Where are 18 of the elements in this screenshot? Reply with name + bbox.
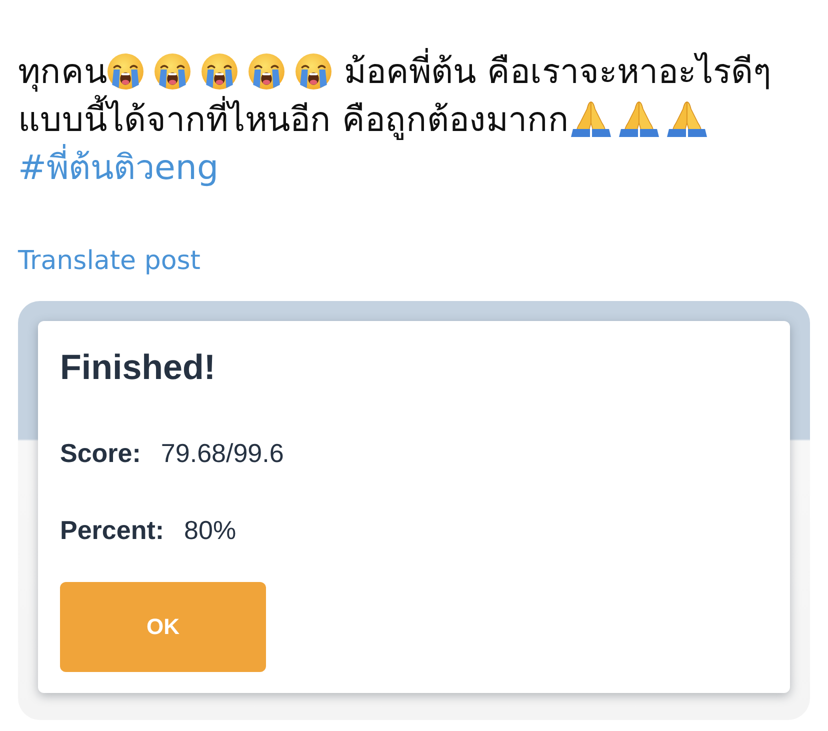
field-value: 79.68/99.6 [160,437,284,469]
post-text: ม้อคพี่ต้น คือเราจะหาอะไรดีๆ [344,44,771,98]
ok-button[interactable]: OK [60,582,266,672]
folded-hands-icon [666,101,707,137]
field-label: Percent: [60,514,164,546]
hashtag-link[interactable]: #พี่ต้นติวeng [18,140,219,194]
crying-face-icon [248,52,285,90]
crying-face-icon [154,52,191,90]
dialog-title: Finished! [60,347,216,389]
post-text: ทุกคน [18,51,107,94]
folded-hands-icon [570,101,611,137]
crying-face-icon [201,52,238,90]
translate-link[interactable]: Translate post [18,245,200,277]
crying-face-icon [107,52,144,90]
folded-hands-icon [618,101,659,137]
field-label: Score: [60,437,141,469]
field-value: 80% [184,514,236,546]
crying-face-icon [295,52,332,90]
